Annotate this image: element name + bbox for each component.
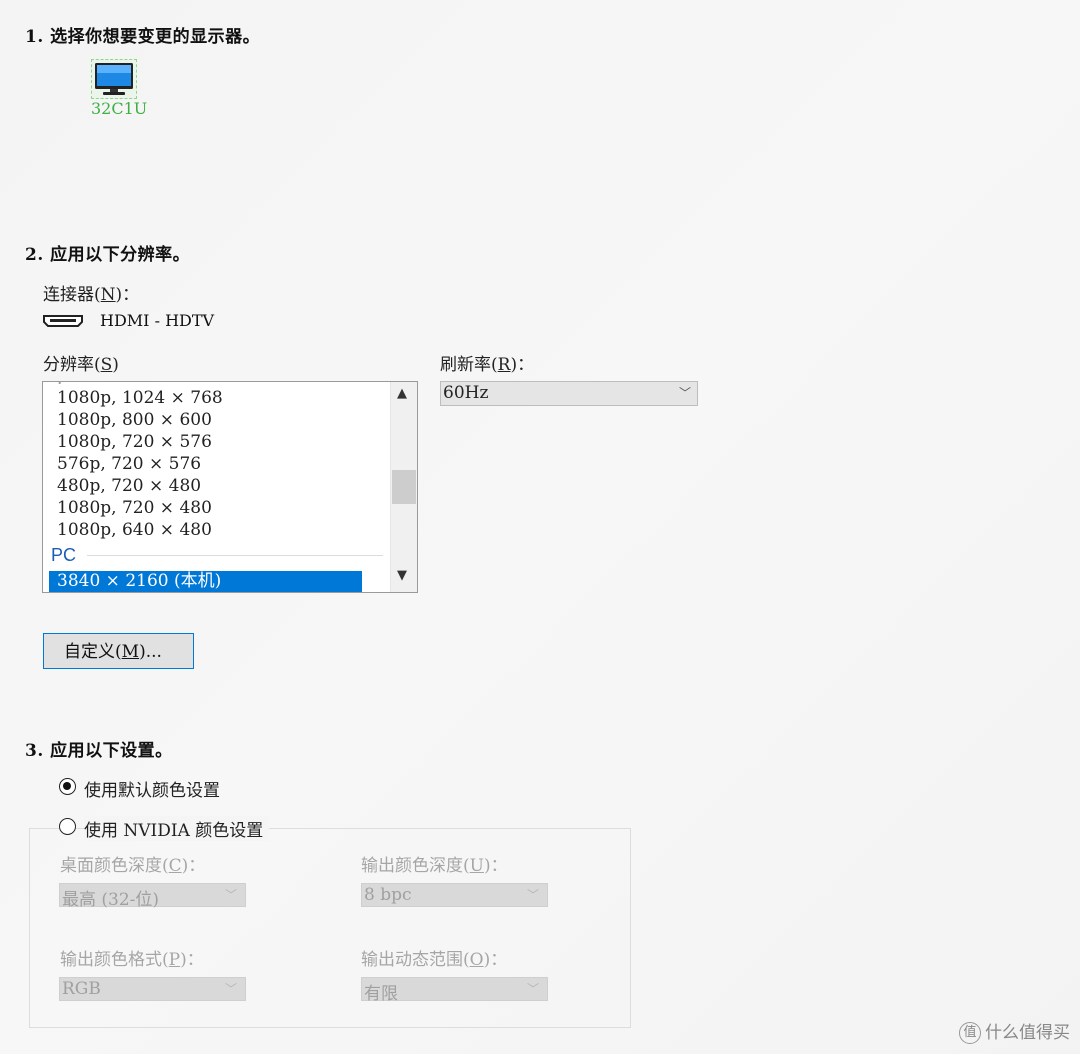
list-item[interactable]: 1080p, 800 × 600: [57, 410, 212, 430]
desktop-depth-dropdown[interactable]: 最高 (32-位) ﹀: [59, 883, 246, 910]
list-item[interactable]: 1080p, 1024 × 768: [57, 388, 223, 408]
list-item[interactable]: 1080p, 640 × 480: [57, 520, 212, 540]
output-depth-label-text: 输出颜色深度: [361, 856, 463, 876]
group-separator: [87, 555, 383, 556]
radio-default-color[interactable]: [59, 778, 76, 795]
desktop-depth-value: 最高 (32-位): [62, 890, 160, 910]
chevron-down-icon: ﹀: [526, 982, 539, 996]
monitor-selector[interactable]: [91, 59, 137, 99]
step3-title: 3. 应用以下设置。: [25, 741, 173, 761]
desktop-depth-label-text: 桌面颜色深度: [60, 856, 162, 876]
watermark: 值什么值得买: [959, 1018, 1070, 1044]
desktop-depth-label: 桌面颜色深度(C)：: [60, 856, 206, 876]
desktop-depth-hotkey: C: [168, 856, 182, 876]
custom-button-label: 自定义: [64, 642, 115, 662]
chevron-down-icon: ﹀: [224, 982, 237, 996]
connector-label-text: 连接器: [43, 285, 94, 305]
dynamic-range-label-text: 输出动态范围: [361, 950, 463, 970]
list-scrollbar[interactable]: ▲ ▼: [390, 382, 417, 592]
list-item[interactable]: 1080p, 720 × 480: [57, 498, 212, 518]
chevron-down-icon[interactable]: ▼: [397, 568, 407, 583]
list-item[interactable]: 576p, 720 × 576: [57, 454, 201, 474]
output-format-label-text: 输出颜色格式: [60, 950, 162, 970]
radio-default-label[interactable]: 使用默认颜色设置: [84, 776, 220, 801]
pc-group-header: PC: [51, 545, 77, 565]
chevron-down-icon: ﹀: [224, 888, 237, 902]
monitor-name: 32C1U: [91, 99, 148, 118]
step2-title: 2. 应用以下分辨率。: [25, 245, 191, 265]
output-format-hotkey: P: [168, 950, 181, 970]
resolution-label-text: 分辨率: [43, 355, 94, 375]
radio-nvidia-color[interactable]: [59, 818, 76, 835]
radio-selected-dot: [63, 782, 71, 790]
refresh-hotkey: R: [497, 355, 511, 375]
list-item-selected[interactable]: 3840 × 2160 (本机): [49, 571, 362, 592]
output-depth-label: 输出颜色深度(U)：: [361, 856, 508, 876]
chevron-up-icon[interactable]: ▲: [397, 386, 407, 401]
resolution-hotkey: S: [100, 355, 113, 375]
output-depth-hotkey: U: [469, 856, 484, 876]
radio-nvidia-label[interactable]: 使用 NVIDIA 颜色设置: [84, 816, 270, 841]
output-depth-value: 8 bpc: [364, 885, 412, 905]
output-format-label: 输出颜色格式(P)：: [60, 950, 204, 970]
dynamic-range-label: 输出动态范围(O)：: [361, 950, 508, 970]
connector-value: HDMI - HDTV: [100, 311, 215, 330]
list-item[interactable]: 480p, 720 × 480: [57, 476, 201, 496]
connector-label: 连接器(N)：: [43, 285, 140, 305]
output-format-dropdown[interactable]: RGB ﹀: [59, 977, 246, 1001]
refresh-rate-dropdown[interactable]: 60Hz ﹀: [440, 381, 698, 406]
refresh-label-text: 刷新率: [440, 355, 491, 375]
watermark-logo-icon: 值: [959, 1022, 981, 1044]
watermark-text: 什么值得买: [985, 1023, 1070, 1043]
chevron-down-icon: ﹀: [526, 888, 539, 902]
dynamic-range-dropdown[interactable]: 有限 ﹀: [361, 977, 548, 1004]
refresh-label: 刷新率(R)：: [440, 355, 535, 375]
chevron-down-icon: ﹀: [678, 386, 691, 400]
list-item[interactable]: 1080p, 720 × 576: [57, 432, 212, 452]
connector-hotkey: N: [100, 285, 116, 305]
monitor-icon: [95, 63, 133, 95]
refresh-rate-value: 60Hz: [443, 383, 489, 403]
step1-title: 1. 选择你想要变更的显示器。: [25, 27, 261, 47]
resolution-list[interactable]: · 1080p, 1024 × 768 1080p, 800 × 600 108…: [42, 381, 418, 593]
output-depth-dropdown[interactable]: 8 bpc ﹀: [361, 883, 548, 907]
custom-hotkey: M: [121, 642, 140, 662]
scroll-thumb[interactable]: [392, 470, 416, 504]
custom-resolution-button[interactable]: 自定义(M)...: [43, 633, 194, 669]
output-format-value: RGB: [62, 979, 101, 999]
dynamic-range-hotkey: O: [469, 950, 484, 970]
hdmi-icon: [43, 315, 83, 327]
dynamic-range-value: 有限: [364, 984, 398, 1004]
resolution-label: 分辨率(S): [43, 355, 119, 375]
